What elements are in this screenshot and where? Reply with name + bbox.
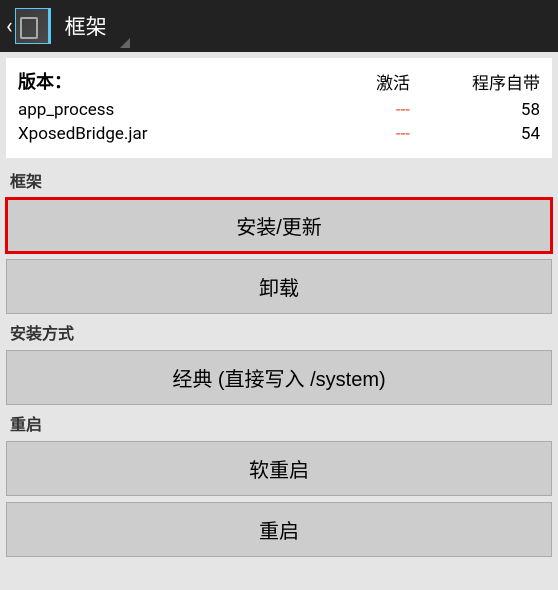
- soft-reboot-button[interactable]: 软重启: [6, 441, 552, 496]
- row-name: XposedBridge.jar: [18, 124, 330, 144]
- content-area: 版本： 激活 程序自带 app_process --- 58 XposedBri…: [0, 52, 558, 569]
- row-name: app_process: [18, 100, 330, 120]
- app-header: ‹ 框架: [0, 0, 558, 52]
- info-header-row: 版本： 激活 程序自带: [18, 68, 540, 94]
- row-bundled-value: 54: [410, 124, 540, 144]
- header-title[interactable]: 框架: [65, 11, 107, 41]
- install-update-button[interactable]: 安装/更新: [6, 198, 552, 253]
- reboot-button[interactable]: 重启: [6, 502, 552, 557]
- install-method-button[interactable]: 经典 (直接写入 /system): [6, 350, 552, 405]
- section-label-reboot: 重启: [10, 411, 548, 435]
- version-label: 版本：: [18, 68, 330, 94]
- table-row: app_process --- 58: [18, 100, 540, 120]
- row-bundled-value: 58: [410, 100, 540, 120]
- uninstall-button[interactable]: 卸载: [6, 259, 552, 314]
- row-active-value: ---: [330, 100, 410, 120]
- column-bundled-header: 程序自带: [410, 69, 540, 94]
- back-chevron-icon[interactable]: ‹: [6, 14, 13, 39]
- section-label-install-method: 安装方式: [10, 320, 548, 344]
- version-info-card: 版本： 激活 程序自带 app_process --- 58 XposedBri…: [6, 58, 552, 158]
- section-label-framework: 框架: [10, 168, 548, 192]
- row-active-value: ---: [330, 124, 410, 144]
- table-row: XposedBridge.jar --- 54: [18, 124, 540, 144]
- column-active-header: 激活: [330, 69, 410, 94]
- spinner-indicator-icon[interactable]: [120, 38, 130, 48]
- app-icon[interactable]: [15, 8, 51, 44]
